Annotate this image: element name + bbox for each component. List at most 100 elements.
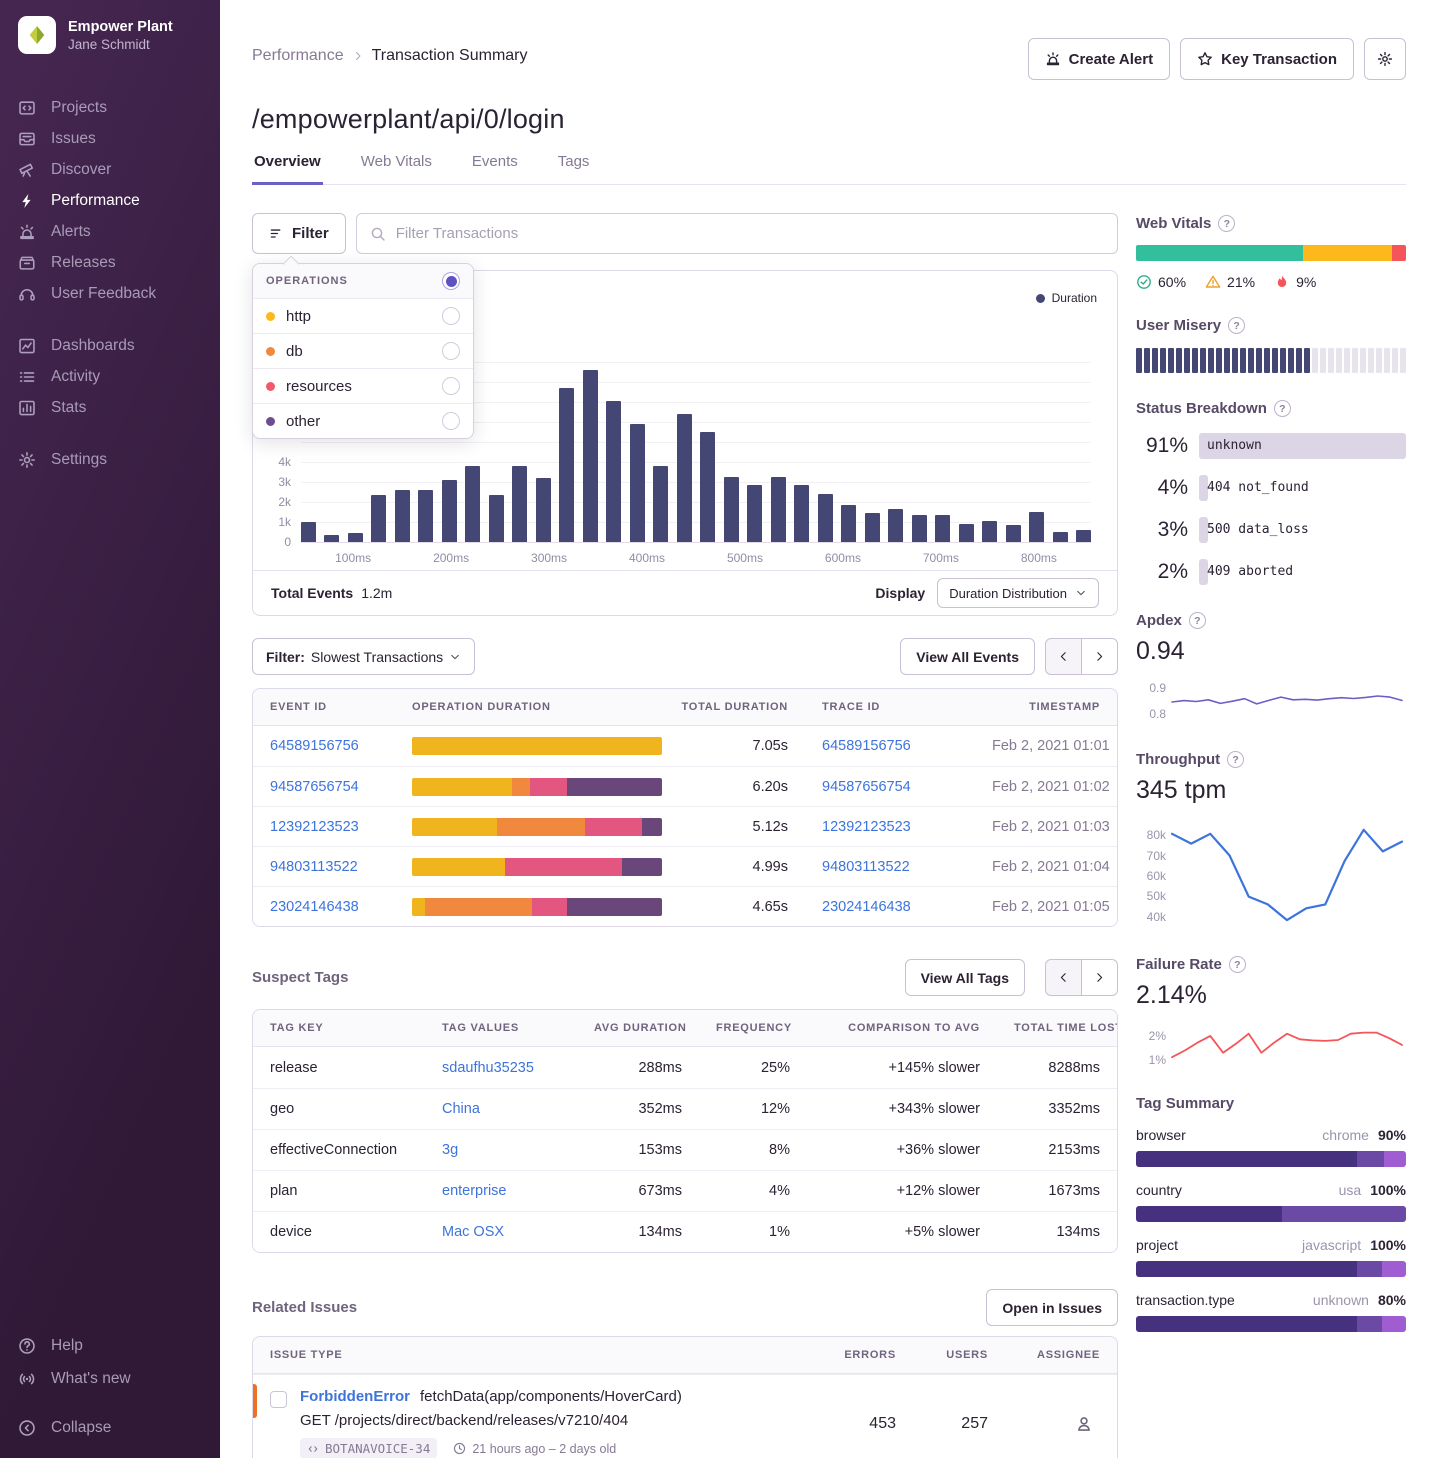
- histogram-bar: [771, 477, 786, 542]
- trace-id-link[interactable]: 23024146438: [822, 899, 911, 915]
- tab-web-vitals[interactable]: Web Vitals: [359, 153, 434, 184]
- view-all-tags-button[interactable]: View All Tags: [905, 959, 1025, 996]
- tag-value-cell: 3g: [425, 1142, 577, 1158]
- sidebar-item-help[interactable]: Help: [18, 1329, 220, 1362]
- trace-id-link[interactable]: 94803113522: [822, 859, 910, 875]
- star-icon: [1197, 51, 1213, 67]
- trace-id-link[interactable]: 94587656754: [822, 779, 911, 795]
- tags-next-button[interactable]: [1081, 959, 1118, 996]
- sidebar-item-stats[interactable]: Stats: [18, 392, 220, 423]
- operation-duration-bar: [412, 858, 662, 876]
- total-duration-cell: 4.99s: [663, 859, 805, 875]
- siren-icon: [18, 223, 36, 241]
- issue-type-link[interactable]: ForbiddenError: [300, 1388, 410, 1405]
- open-in-issues-button[interactable]: Open in Issues: [986, 1289, 1118, 1326]
- sidebar-item-discover[interactable]: Discover: [18, 154, 220, 185]
- sidebar-item-what-s-new[interactable]: What's new: [18, 1362, 220, 1395]
- tag-summary-bar: [1136, 1206, 1406, 1222]
- bar-chart-icon: [18, 399, 36, 417]
- frequency-cell: 8%: [699, 1142, 807, 1158]
- operation-option-resources[interactable]: resources: [253, 368, 473, 403]
- headset-icon: [18, 285, 36, 303]
- sidebar-collapse-button[interactable]: Collapse: [18, 1411, 220, 1444]
- tags-prev-button[interactable]: [1045, 959, 1082, 996]
- operation-radio[interactable]: [442, 377, 460, 395]
- misery-segment: [1280, 348, 1286, 373]
- person-icon[interactable]: [1075, 1415, 1093, 1433]
- trace-id-link[interactable]: 64589156756: [822, 738, 911, 754]
- operation-radio[interactable]: [442, 342, 460, 360]
- operation-option-http[interactable]: http: [253, 298, 473, 333]
- status-chip-wrap: 500 data_loss: [1199, 517, 1406, 543]
- event-id-link[interactable]: 94803113522: [270, 859, 358, 875]
- view-all-events-button[interactable]: View All Events: [900, 638, 1035, 675]
- histogram-bar: [489, 495, 504, 542]
- chart-legend[interactable]: Duration: [1036, 291, 1097, 305]
- operation-segment: [425, 898, 533, 916]
- sidebar-item-settings[interactable]: Settings: [18, 444, 220, 475]
- create-alert-button[interactable]: Create Alert: [1028, 38, 1170, 80]
- web-vitals-segment: [1392, 245, 1406, 261]
- question-circle-icon[interactable]: ?: [1218, 215, 1235, 232]
- question-circle-icon[interactable]: ?: [1189, 612, 1206, 629]
- sidebar-item-performance[interactable]: Performance: [18, 185, 220, 216]
- histogram-bar: [841, 505, 856, 542]
- tag-value-link[interactable]: enterprise: [442, 1183, 506, 1199]
- event-id-link[interactable]: 64589156756: [270, 738, 359, 754]
- histogram-bar: [935, 515, 950, 542]
- tag-value-link[interactable]: China: [442, 1101, 480, 1117]
- tag-value-link[interactable]: 3g: [442, 1142, 458, 1158]
- operation-option-other[interactable]: other: [253, 403, 473, 438]
- tab-overview[interactable]: Overview: [252, 153, 323, 185]
- event-id-link[interactable]: 94587656754: [270, 779, 359, 795]
- project-badge[interactable]: BOTANAVOICE-34: [300, 1438, 437, 1458]
- settings-gear-button[interactable]: [1364, 38, 1406, 80]
- tab-events[interactable]: Events: [470, 153, 520, 184]
- column-header-assignee: ASSIGNEE: [1005, 1349, 1117, 1361]
- filter-button[interactable]: Filter: [252, 213, 346, 254]
- trace-id-cell: 12392123523: [805, 819, 975, 835]
- question-circle-icon[interactable]: ?: [1274, 400, 1291, 417]
- sidebar-item-issues[interactable]: Issues: [18, 123, 220, 154]
- sidebar-nav: ProjectsIssuesDiscoverPerformanceAlertsR…: [18, 92, 220, 1329]
- question-circle-icon[interactable]: ?: [1229, 956, 1246, 973]
- events-filter-select[interactable]: Filter: Slowest Transactions: [252, 638, 475, 675]
- events-prev-button[interactable]: [1045, 638, 1082, 675]
- breadcrumb-performance[interactable]: Performance: [252, 47, 344, 65]
- operation-option-db[interactable]: db: [253, 333, 473, 368]
- sidebar-item-activity[interactable]: Activity: [18, 361, 220, 392]
- tag-summary-key: transaction.type: [1136, 1292, 1235, 1308]
- sidebar-item-projects[interactable]: Projects: [18, 92, 220, 123]
- display-select[interactable]: Duration Distribution: [937, 578, 1099, 608]
- user-misery-section: User Misery?: [1136, 317, 1406, 373]
- sidebar-item-releases[interactable]: Releases: [18, 247, 220, 278]
- sidebar-item-dashboards[interactable]: Dashboards: [18, 330, 220, 361]
- search-input[interactable]: [396, 225, 1104, 242]
- tag-summary-head: browserchrome90%: [1136, 1127, 1406, 1143]
- tag-value-link[interactable]: Mac OSX: [442, 1224, 504, 1240]
- table-row: 945876567546.20s94587656754Feb 2, 2021 0…: [253, 766, 1117, 806]
- throughput-section: Throughput? 345 tpm 80k 70k 60k 50k 40k: [1136, 751, 1406, 929]
- sidebar-item-alerts[interactable]: Alerts: [18, 216, 220, 247]
- sidebar-item-user-feedback[interactable]: User Feedback: [18, 278, 220, 309]
- trace-id-link[interactable]: 12392123523: [822, 819, 911, 835]
- issue-checkbox[interactable]: [270, 1391, 287, 1408]
- issue-summary: fetchData(app/components/HoverCard): [420, 1388, 682, 1405]
- events-next-button[interactable]: [1081, 638, 1118, 675]
- event-id-link[interactable]: 12392123523: [270, 819, 359, 835]
- key-transaction-button[interactable]: Key Transaction: [1180, 38, 1354, 80]
- misery-segment: [1384, 348, 1390, 373]
- tab-tags[interactable]: Tags: [556, 153, 592, 184]
- question-circle-icon[interactable]: ?: [1228, 317, 1245, 334]
- operations-all-radio[interactable]: [442, 272, 460, 290]
- operation-radio[interactable]: [442, 412, 460, 430]
- org-switcher[interactable]: Empower Plant Jane Schmidt: [18, 16, 220, 54]
- event-id-link[interactable]: 23024146438: [270, 899, 359, 915]
- question-circle-icon[interactable]: ?: [1227, 751, 1244, 768]
- tag-value-link[interactable]: sdaufhu35235: [442, 1060, 534, 1076]
- failure-rate-section: Failure Rate? 2.14% 2% 1%: [1136, 956, 1406, 1068]
- operation-radio[interactable]: [442, 307, 460, 325]
- siren-icon: [1045, 51, 1061, 67]
- window-code-icon: [18, 99, 36, 117]
- operation-segment: [585, 818, 643, 836]
